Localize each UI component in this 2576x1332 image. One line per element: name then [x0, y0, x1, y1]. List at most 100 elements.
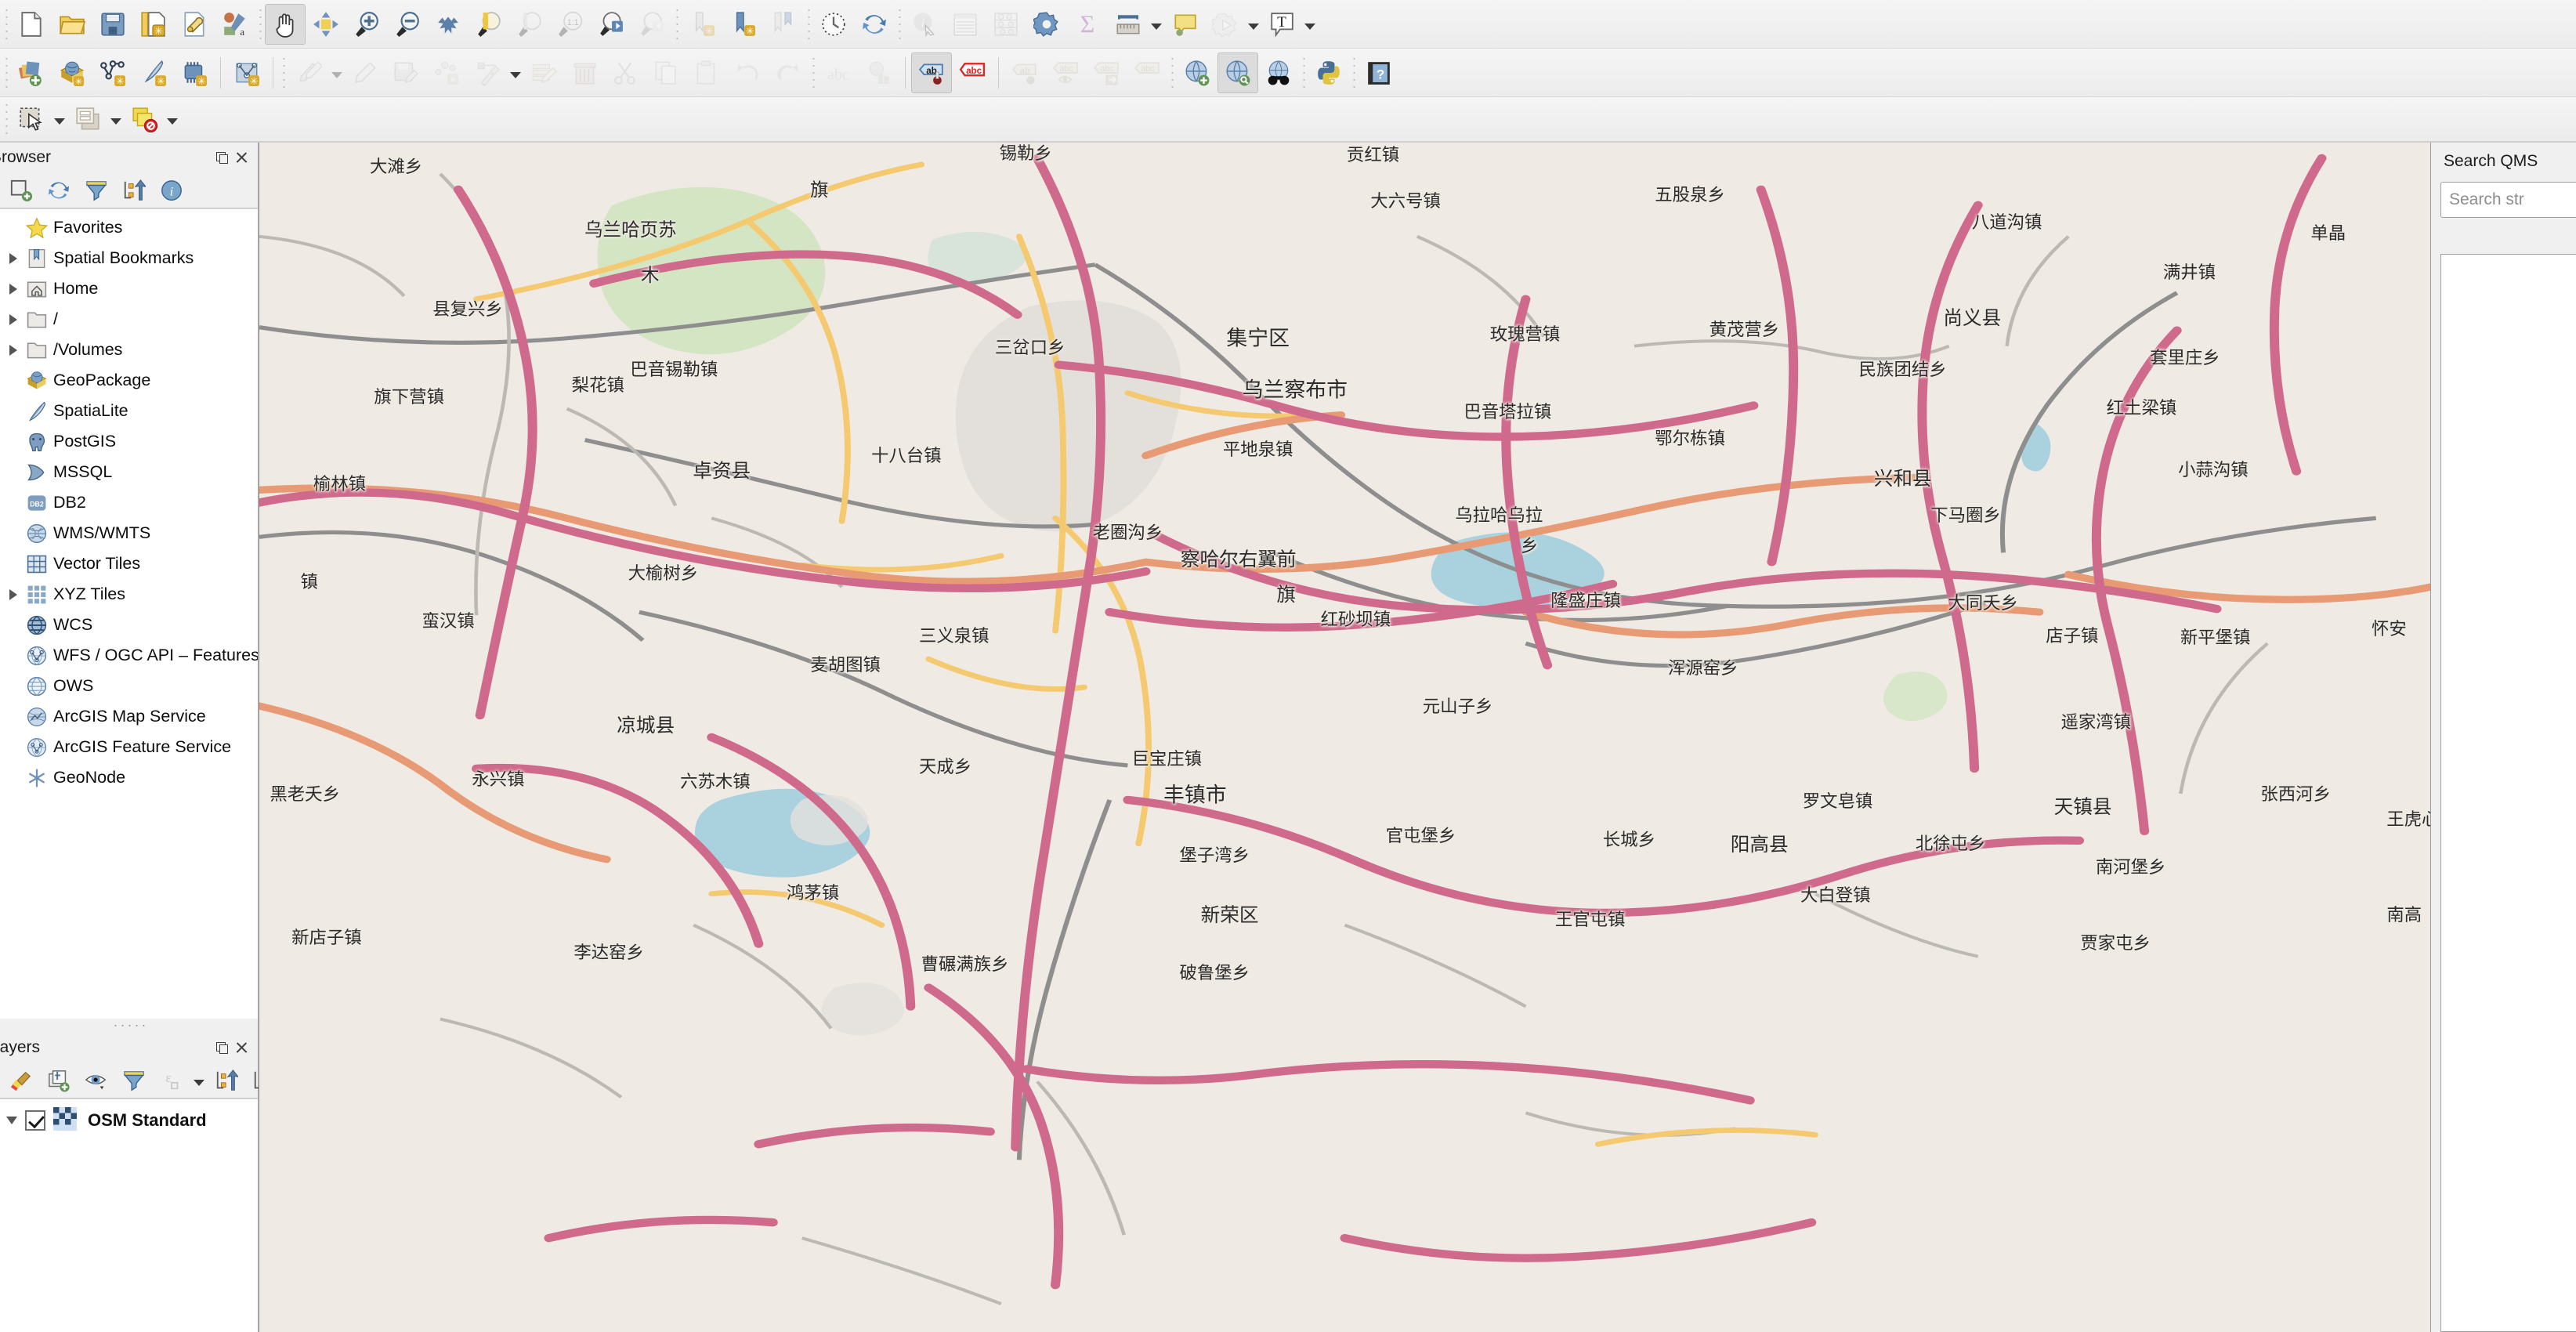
browser-item-wfs-ogc-api-features[interactable]: WFS / OGC API – Features — [0, 640, 258, 671]
filter-legend-expression-button[interactable]: ɛ — [154, 1065, 190, 1096]
add-group-button[interactable] — [41, 1065, 77, 1096]
browser-item-favorites[interactable]: Favorites — [0, 212, 258, 243]
style-manager-extra-button[interactable]: a — [215, 4, 255, 45]
expand-arrow-icon[interactable] — [3, 273, 24, 304]
toolbar-handle[interactable] — [2, 56, 11, 89]
add-raster-layer-button[interactable]: ✳ — [92, 52, 133, 93]
layer-visibility-checkbox[interactable] — [25, 1110, 45, 1131]
add-spatialite-button[interactable]: ✳ — [174, 52, 215, 93]
qms-results-list[interactable] — [2440, 254, 2576, 1332]
expand-arrow-icon[interactable] — [3, 579, 24, 610]
browser-tree[interactable]: Favorites Spatial Bookmarks Home / /Volumes G… — [0, 208, 258, 1019]
delete-selected-button[interactable] — [564, 52, 605, 93]
deselect-features-dropdown-arrow[interactable] — [165, 99, 180, 139]
open-data-source-manager-button[interactable] — [11, 52, 52, 93]
new-shapefile-layer-button[interactable]: ✳ — [226, 52, 267, 93]
vertex-tool-dropdown-arrow[interactable] — [508, 52, 523, 93]
rotate-label-button[interactable]: abc — [1127, 52, 1167, 93]
browser-item-spatial-bookmarks[interactable]: Spatial Bookmarks — [0, 243, 258, 273]
browser-item-spatialite[interactable]: SpatiaLite — [0, 396, 258, 426]
zoom-layer-button[interactable] — [509, 4, 550, 45]
zoom-next-button[interactable] — [631, 4, 672, 45]
open-attribute-table-button[interactable] — [945, 4, 986, 45]
search-qms-button[interactable] — [1217, 52, 1258, 93]
copy-features-button[interactable] — [646, 52, 686, 93]
browser-undock-icon[interactable] — [215, 151, 229, 165]
toolbar-handle[interactable] — [2, 7, 11, 41]
run-model-button[interactable] — [1205, 4, 1246, 45]
paste-features-button[interactable] — [686, 52, 727, 93]
zoom-selection-button[interactable] — [469, 4, 509, 45]
zoom-full-button[interactable] — [428, 4, 469, 45]
run-model-dropdown-arrow[interactable] — [1246, 4, 1261, 45]
browser-item-geopackage[interactable]: GeoPackage — [0, 365, 258, 396]
highlight-pinned-labels-button[interactable]: ab — [911, 52, 952, 93]
move-label-button[interactable]: abc — [1086, 52, 1127, 93]
manage-map-themes-button[interactable] — [78, 1065, 114, 1096]
browser-item-vector-tiles[interactable]: Vector Tiles — [0, 548, 258, 579]
temporal-controller-button[interactable] — [813, 4, 854, 45]
measure-dropdown-arrow[interactable] — [1149, 4, 1164, 45]
layers-close-icon[interactable] — [235, 1041, 248, 1055]
save-layer-edits-button[interactable] — [385, 52, 426, 93]
statistics-panel-button[interactable] — [986, 4, 1026, 45]
bookmark-manager-button[interactable] — [763, 4, 804, 45]
refresh-browser-button[interactable] — [41, 175, 77, 206]
diagram-properties-button[interactable] — [859, 52, 899, 93]
zoom-last-button[interactable] — [591, 4, 631, 45]
layer-row[interactable]: OSM Standard — [0, 1104, 258, 1137]
new-bookmark-button[interactable]: ✳ — [682, 4, 722, 45]
modify-attributes-button[interactable] — [523, 52, 564, 93]
field-calculator-button[interactable]: Σ — [1067, 4, 1108, 45]
new-project-button[interactable] — [11, 4, 52, 45]
enable-properties-button[interactable]: i — [154, 175, 190, 206]
map-canvas-container[interactable]: 大滩乡 乌兰哈页苏木锡勒乡旗贡红镇 大六号镇 五股泉乡 八道沟镇 单晶 满井镇 县复兴乡 尚义县… — [259, 143, 2430, 1332]
browser-item-arcgis-feature-service[interactable]: ArcGIS Feature Service — [0, 732, 258, 762]
add-vector-layer-button[interactable]: ✳ — [52, 52, 92, 93]
current-edits-dropdown-arrow[interactable] — [329, 52, 345, 93]
select-by-expression-dropdown-arrow[interactable] — [108, 99, 124, 139]
vertex-tool-button[interactable] — [467, 52, 508, 93]
new-print-layout-button[interactable]: ✳ — [133, 4, 174, 45]
annotation-dropdown-arrow[interactable] — [1302, 4, 1318, 45]
zoom-in-button[interactable] — [346, 4, 387, 45]
python-console-button[interactable] — [1308, 52, 1349, 93]
zoom-out-button[interactable] — [387, 4, 428, 45]
collapse-all-button[interactable] — [116, 175, 152, 206]
new-text-annotation-button[interactable]: T — [1261, 4, 1302, 45]
show-bookmarks-button[interactable]: ✳ — [722, 4, 763, 45]
browser-item-xyz-tiles[interactable]: XYZ Tiles — [0, 579, 258, 610]
pan-to-selection-button[interactable] — [306, 4, 346, 45]
browser-item-home[interactable]: Home — [0, 273, 258, 304]
browser-item-volumes[interactable]: /Volumes — [0, 335, 258, 365]
add-qms-layer-button[interactable] — [1177, 52, 1217, 93]
collapse-arrow-icon[interactable] — [2, 1104, 22, 1137]
current-edits-button[interactable] — [288, 52, 329, 93]
expand-arrow-icon[interactable] — [3, 335, 24, 365]
filter-legend-dropdown-arrow[interactable] — [191, 1065, 207, 1096]
save-project-button[interactable] — [92, 4, 133, 45]
expand-all-button[interactable] — [208, 1065, 244, 1096]
expand-arrow-icon[interactable] — [3, 243, 24, 273]
browser-item-wms-wmts[interactable]: WMS/WMTS — [0, 518, 258, 548]
filter-legend-button[interactable] — [116, 1065, 152, 1096]
panel-splitter[interactable] — [0, 1019, 258, 1033]
layers-undock-icon[interactable] — [215, 1041, 229, 1055]
browser-item-wcs[interactable]: WCS — [0, 610, 258, 640]
add-feature-button[interactable]: ✳ — [426, 52, 467, 93]
redo-button[interactable] — [768, 52, 809, 93]
map-canvas[interactable]: 大滩乡 乌兰哈页苏木锡勒乡旗贡红镇 大六号镇 五股泉乡 八道沟镇 单晶 满井镇 县复兴乡 尚义县… — [259, 143, 2430, 1332]
browser-item-ows[interactable]: OWS — [0, 671, 258, 701]
options-button[interactable] — [1026, 4, 1067, 45]
label-toolbar-button[interactable]: abc — [818, 52, 859, 93]
toolbar-handle[interactable] — [2, 103, 11, 136]
qms-search-input[interactable]: Search str — [2440, 182, 2576, 218]
toggle-display-labels-button[interactable]: abc — [952, 52, 993, 93]
refresh-button[interactable] — [854, 4, 895, 45]
expand-arrow-icon[interactable] — [3, 304, 24, 335]
cut-features-button[interactable] — [605, 52, 646, 93]
pin-labels-button[interactable]: ab — [1004, 52, 1045, 93]
open-project-button[interactable] — [52, 4, 92, 45]
open-layer-styling-button[interactable] — [3, 1065, 39, 1096]
layers-list[interactable]: OSM Standard — [0, 1099, 258, 1332]
